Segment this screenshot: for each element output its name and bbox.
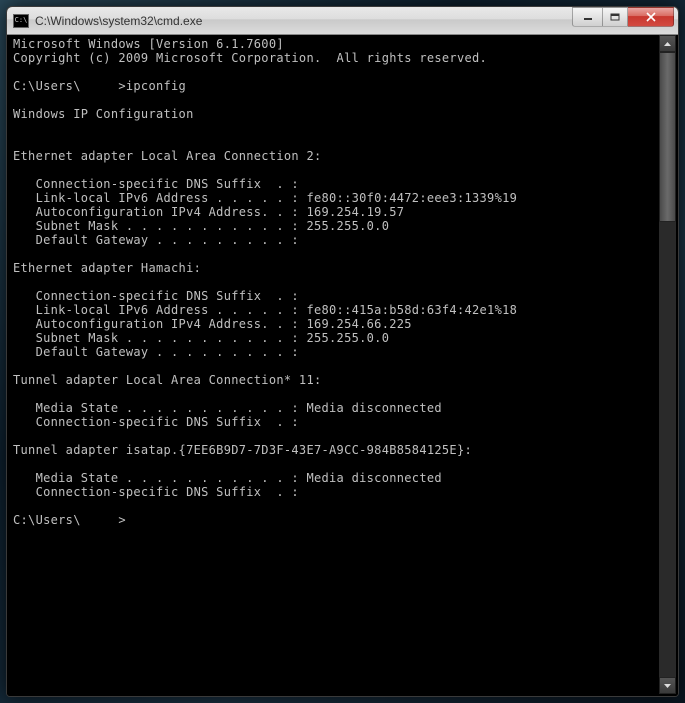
maximize-icon [610, 13, 620, 21]
close-button[interactable] [628, 7, 674, 27]
close-icon [645, 12, 657, 22]
minimize-icon [583, 13, 593, 21]
minimize-button[interactable] [572, 7, 602, 27]
title-left: C:\ C:\Windows\system32\cmd.exe [7, 14, 572, 28]
vertical-scrollbar[interactable] [659, 35, 676, 694]
console-output[interactable]: Microsoft Windows [Version 6.1.7600] Cop… [9, 35, 659, 694]
console-area: Microsoft Windows [Version 6.1.7600] Cop… [7, 35, 678, 696]
scrollbar-track[interactable] [659, 52, 676, 677]
titlebar[interactable]: C:\ C:\Windows\system32\cmd.exe [7, 7, 678, 35]
cmd-icon: C:\ [13, 14, 29, 28]
chevron-up-icon [664, 42, 671, 46]
window-controls [572, 7, 674, 27]
scrollbar-thumb[interactable] [659, 52, 676, 222]
scroll-up-button[interactable] [659, 35, 676, 52]
cmd-window: C:\ C:\Windows\system32\cmd.exe Microsof… [6, 6, 679, 697]
chevron-down-icon [664, 684, 671, 688]
window-title: C:\Windows\system32\cmd.exe [35, 14, 202, 28]
maximize-button[interactable] [602, 7, 628, 27]
scroll-down-button[interactable] [659, 677, 676, 694]
